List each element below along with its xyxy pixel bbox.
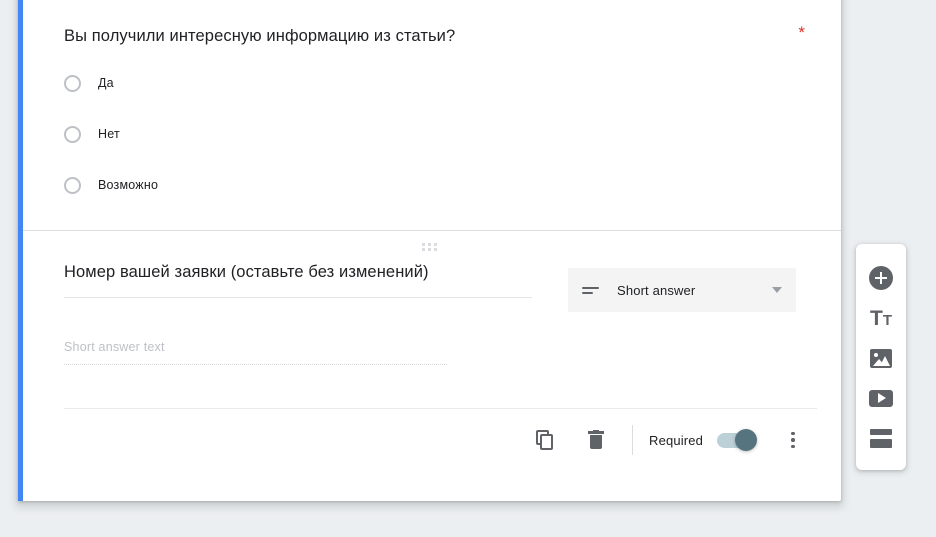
short-answer-icon: [582, 284, 599, 297]
answer-dotted-underline: [64, 363, 447, 365]
title-glyph-big: T: [870, 308, 883, 329]
trash-icon: [587, 430, 605, 450]
add-title-description-button[interactable]: T T: [856, 298, 906, 338]
radio-option-1[interactable]: Да: [64, 70, 817, 96]
add-image-button[interactable]: [856, 338, 906, 378]
form-card-stack: Вы получили интересную информацию из ста…: [18, 0, 841, 501]
add-question-button[interactable]: [856, 258, 906, 298]
radio-option-label[interactable]: Возможно: [98, 178, 158, 192]
toggle-thumb: [735, 429, 757, 451]
delete-question-button[interactable]: [576, 420, 616, 460]
add-section-button[interactable]: [856, 418, 906, 458]
duplicate-question-button[interactable]: [526, 420, 566, 460]
add-video-button[interactable]: [856, 378, 906, 418]
radio-question-card[interactable]: Вы получили интересную информацию из ста…: [18, 0, 841, 230]
radio-option-3[interactable]: Возможно: [64, 172, 817, 198]
radio-question-title[interactable]: Вы получили интересную информацию из ста…: [64, 24, 455, 48]
drag-dots-icon[interactable]: [422, 243, 437, 251]
required-toggle[interactable]: [717, 432, 755, 448]
drag-handle[interactable]: [18, 243, 841, 251]
more-vertical-icon: [791, 429, 795, 452]
title-glyph-small: T: [883, 313, 892, 328]
required-label: Required: [649, 433, 703, 448]
short-answer-placeholder-text: Short answer text: [64, 340, 447, 354]
video-icon: [869, 390, 893, 407]
short-answer-title[interactable]: Номер вашей заявки (оставьте без изменен…: [64, 259, 532, 286]
title-text-icon: T T: [870, 308, 892, 329]
chevron-down-icon[interactable]: [772, 287, 782, 293]
add-item-sidebar: T T: [856, 244, 906, 470]
short-answer-title-field[interactable]: Номер вашей заявки (оставьте без изменен…: [64, 259, 532, 298]
question-type-value: Short answer: [617, 283, 772, 298]
radio-circle-icon[interactable]: [64, 177, 81, 194]
plus-circle-icon: [869, 266, 893, 290]
short-answer-question-card[interactable]: Номер вашей заявки (оставьте без изменен…: [18, 231, 841, 501]
radio-question-header: Вы получили интересную информацию из ста…: [64, 24, 817, 48]
radio-option-list: Да Нет Возможно: [64, 70, 817, 198]
question-type-selector[interactable]: Short answer: [568, 268, 796, 312]
radio-option-label[interactable]: Нет: [98, 127, 120, 141]
radio-option-2[interactable]: Нет: [64, 121, 817, 147]
section-icon: [870, 429, 892, 448]
image-icon: [870, 349, 892, 368]
more-options-button[interactable]: [773, 420, 813, 460]
duplicate-icon: [536, 430, 556, 450]
short-answer-preview: Short answer text: [64, 340, 447, 365]
radio-option-label[interactable]: Да: [98, 76, 114, 90]
radio-circle-icon[interactable]: [64, 75, 81, 92]
toolbar-separator: [632, 425, 633, 455]
required-asterisk: *: [798, 24, 817, 41]
question-item-toolbar: Required: [64, 409, 817, 471]
title-underline: [64, 297, 532, 298]
radio-circle-icon[interactable]: [64, 126, 81, 143]
